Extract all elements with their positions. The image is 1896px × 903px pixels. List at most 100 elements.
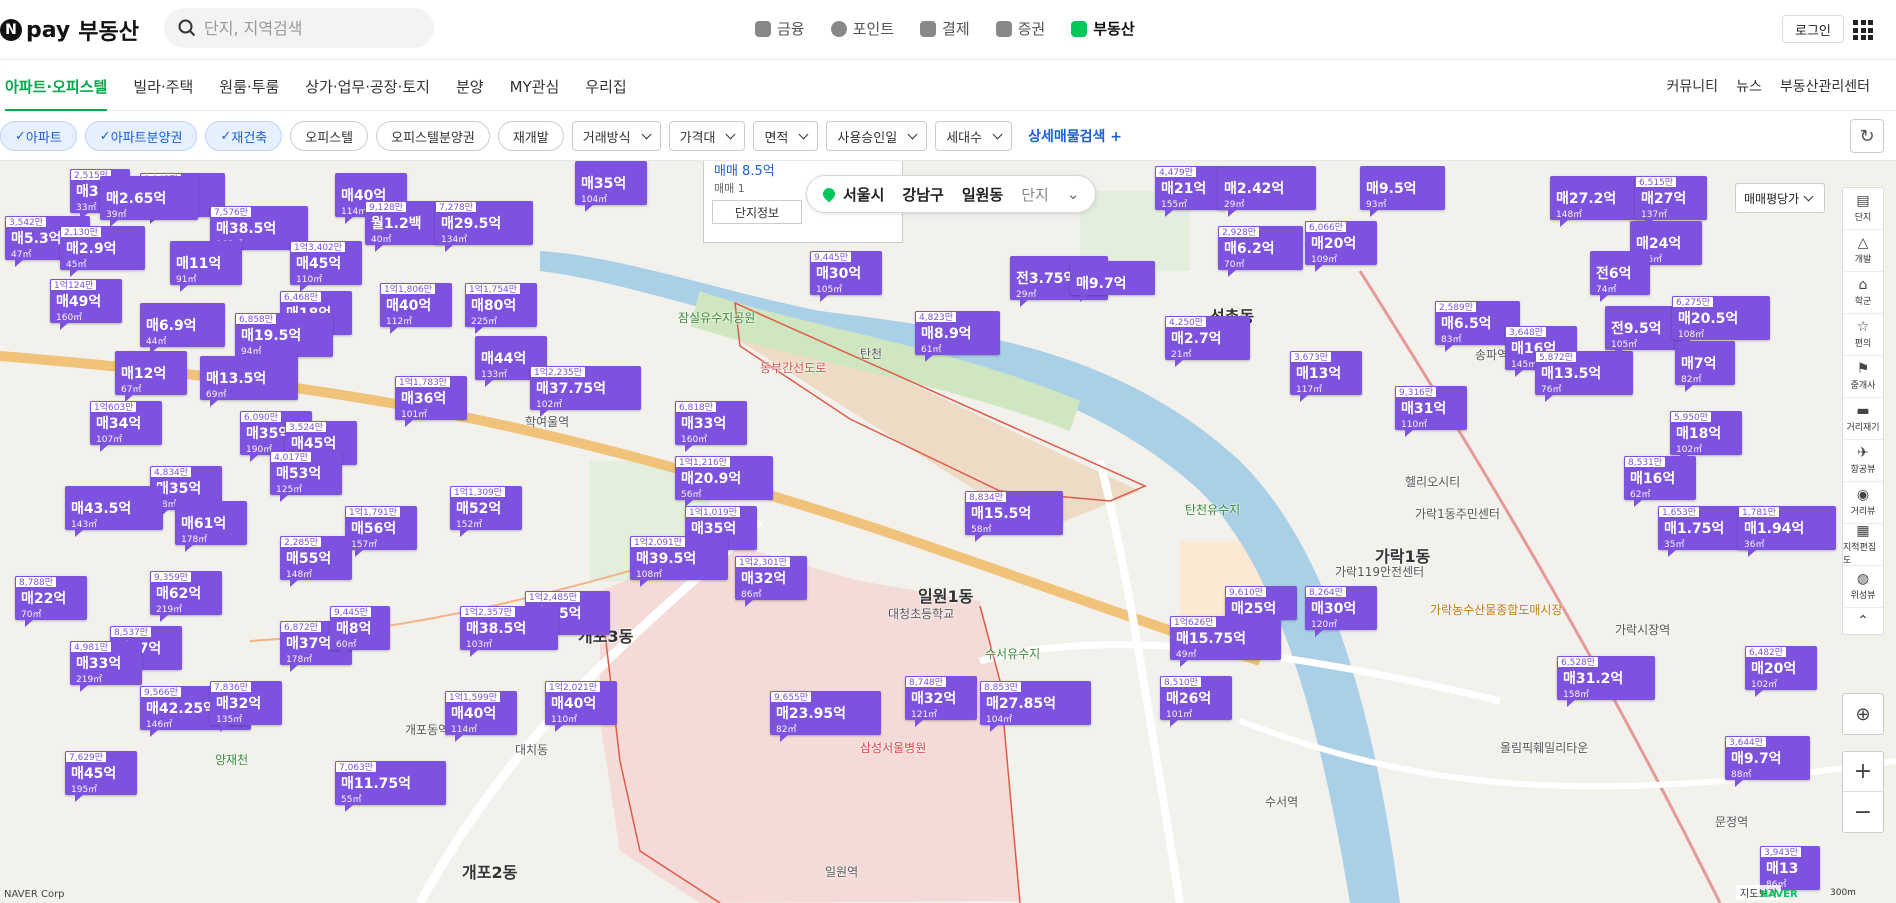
listing-marker[interactable]: 1억1,309만 매52억 152㎡ <box>450 486 522 537</box>
listing-marker[interactable]: 6,275만 매20.5억 108㎡ <box>1672 296 1770 347</box>
dropdown-price[interactable]: 가격대 <box>668 121 746 151</box>
listing-marker[interactable]: 3,644만 매9.7억 88㎡ <box>1725 736 1810 787</box>
listing-marker[interactable]: 1억1,599만 매40억 114㎡ <box>445 691 517 742</box>
tool-agent[interactable]: ⚑ 중개사 <box>1843 356 1883 398</box>
login-button[interactable]: 로그인 <box>1782 15 1844 43</box>
tool-satellite[interactable]: ◍ 위성뷰 <box>1843 566 1883 608</box>
listing-marker[interactable]: 2,285만 매55억 148㎡ <box>280 536 352 587</box>
listing-marker[interactable]: 2,928만 매6.2억 70㎡ <box>1218 226 1303 277</box>
tool-measure[interactable]: ▬ 거리재기 <box>1843 398 1883 440</box>
crumb-dong[interactable]: 일원동 <box>962 184 1003 205</box>
listing-marker[interactable]: 7,063만 매11.75억 55㎡ <box>335 761 446 812</box>
tool-convenience[interactable]: ☆ 편의 <box>1843 314 1883 356</box>
listing-marker[interactable]: 5,872만 매13.5억 76㎡ <box>1535 351 1633 402</box>
dropdown-households[interactable]: 세대수 <box>935 121 1013 151</box>
listing-marker[interactable]: 6,528만 매31.2억 158㎡ <box>1557 656 1655 707</box>
search-box[interactable] <box>164 8 434 48</box>
listing-marker[interactable]: 매7억 82㎡ <box>1675 341 1735 392</box>
listing-marker[interactable]: 매43.5억 143㎡ <box>65 486 163 537</box>
listing-marker[interactable]: 9,655만 매23.95억 82㎡ <box>770 691 881 742</box>
listing-marker[interactable]: 1억1,754만 매80억 225㎡ <box>465 283 537 334</box>
listing-marker[interactable]: 매11억 91㎡ <box>170 241 242 292</box>
gnb-realestate[interactable]: 부동산 <box>1071 18 1135 39</box>
listing-marker[interactable]: 8,748만 매32억 121㎡ <box>905 676 977 727</box>
tool-school[interactable]: ⌂ 학군 <box>1843 272 1883 314</box>
listing-marker[interactable]: 6,858만 매19.5억 94㎡ <box>235 313 333 364</box>
advanced-search-link[interactable]: 상세매물검색 + <box>1028 126 1122 146</box>
popup-tab-complex-info[interactable]: 단지정보 <box>712 200 802 224</box>
link-community[interactable]: 커뮤니티 <box>1667 76 1719 96</box>
listing-marker[interactable]: 8,853만 매27.85억 104㎡ <box>980 681 1091 732</box>
link-agent-center[interactable]: 부동산관리센터 <box>1780 76 1870 96</box>
tool-cadastral[interactable]: ▦ 지적편집도 <box>1843 524 1883 566</box>
listing-marker[interactable]: 1억2,235만 매37.75억 102㎡ <box>530 366 641 417</box>
listing-marker[interactable]: 매12억 67㎡ <box>115 351 187 402</box>
tab-oneroom-tworoom[interactable]: 원룸·투룸 <box>219 76 279 112</box>
dropdown-deal-type[interactable]: 거래방식 <box>571 121 661 151</box>
chip-redevelopment[interactable]: 재개발 <box>497 121 564 151</box>
listing-marker[interactable]: 9,316만 매31억 110㎡ <box>1395 386 1467 437</box>
crumb-district[interactable]: 강남구 <box>902 184 943 205</box>
listing-marker[interactable]: 5,950만 매18억 102㎡ <box>1670 411 1742 462</box>
chip-apartment-presale[interactable]: ✓ 아파트분양권 <box>84 121 198 151</box>
collapse-rail[interactable]: ⌃ <box>1843 608 1883 634</box>
listing-marker[interactable]: 1억1,806만 매40억 112㎡ <box>380 283 452 334</box>
tool-aerial[interactable]: ✈ 항공뷰 <box>1843 440 1883 482</box>
gnb-payment[interactable]: 결제 <box>920 18 970 39</box>
listing-marker[interactable]: 8,834만 매15.5억 58㎡ <box>965 491 1063 542</box>
listing-marker[interactable]: 9,610만 매25억 <box>1225 586 1297 627</box>
listing-marker[interactable]: 4,981만 매33억 219㎡ <box>70 641 142 692</box>
gnb-finance[interactable]: 금융 <box>755 18 805 39</box>
gnb-stock[interactable]: 증권 <box>995 18 1045 39</box>
listing-marker[interactable]: 9,445만 매8억 60㎡ <box>330 606 390 657</box>
listing-marker[interactable]: 1억2,021만 매40억 110㎡ <box>545 681 617 732</box>
listing-marker[interactable]: 7,836만 매32억 135㎡ <box>210 681 282 732</box>
listing-marker[interactable]: 1억3,402만 매45억 110㎡ <box>290 241 362 292</box>
listing-marker[interactable]: 3,673만 매13억 117㎡ <box>1290 351 1362 402</box>
crumb-city[interactable]: 서울시 <box>843 184 884 205</box>
listing-marker[interactable]: 1억1,791만 매56억 157㎡ <box>345 506 417 557</box>
listing-marker[interactable]: 3,943만매1386㎡ <box>1760 846 1820 897</box>
listing-marker[interactable]: 매61억 178㎡ <box>175 501 247 552</box>
listing-marker[interactable]: 6,818만 매33억 160㎡ <box>675 401 747 452</box>
listing-marker[interactable]: 8,788만 매22억 70㎡ <box>15 576 87 627</box>
listing-marker[interactable]: 매27.2억 148㎡ <box>1550 176 1648 227</box>
listing-marker[interactable]: 1억124만 매49억 160㎡ <box>50 279 122 330</box>
listing-marker[interactable]: 1억1,783만 매36억 101㎡ <box>395 376 467 427</box>
chip-apartment[interactable]: ✓ 아파트 <box>0 121 77 151</box>
listing-marker[interactable]: 8,264만 매30억 120㎡ <box>1305 586 1377 637</box>
chip-officetel-presale[interactable]: 오피스텔분양권 <box>376 121 490 151</box>
listing-marker[interactable]: 1억626만 매15.75억 49㎡ <box>1170 616 1281 667</box>
tool-development[interactable]: △ 개발 <box>1843 230 1883 272</box>
listing-marker[interactable]: 7,629만 매45억 195㎡ <box>65 751 137 802</box>
listing-marker[interactable]: 9,359만 매62억 219㎡ <box>150 571 222 622</box>
listing-marker[interactable]: 매2.65억 39㎡ <box>100 176 198 227</box>
zoom-out-button[interactable]: − <box>1843 792 1883 832</box>
refresh-icon[interactable]: ↻ <box>1850 119 1884 153</box>
apps-grid-icon[interactable] <box>1853 20 1873 40</box>
listing-marker[interactable]: 매35억 104㎡ <box>575 161 647 212</box>
tool-street[interactable]: ◉ 거리뷰 <box>1843 482 1883 524</box>
tab-apartment-officetel[interactable]: 아파트·오피스텔 <box>5 76 108 112</box>
listing-marker[interactable]: 4,823만 매8.9억 61㎡ <box>915 311 1000 362</box>
listing-marker[interactable]: 4,250만 매2.7억 21㎡ <box>1165 316 1250 367</box>
listing-marker[interactable]: 1억2,091만 매39.5억 108㎡ <box>630 536 728 587</box>
listing-marker[interactable]: 4,017만 매53억 125㎡ <box>270 451 342 502</box>
price-unit-select[interactable]: 매매평당가 <box>1735 183 1825 213</box>
dropdown-area[interactable]: 면적 <box>753 121 819 151</box>
listing-marker[interactable]: 2,130만 매2.9억 45㎡ <box>60 226 145 277</box>
tab-my-interest[interactable]: MY관심 <box>510 76 560 112</box>
listing-marker[interactable]: 4,479만 매21억 155㎡ <box>1155 166 1227 217</box>
listing-marker[interactable]: 1,781만 매1.94억 36㎡ <box>1738 506 1836 557</box>
my-location-icon[interactable]: ⊕ <box>1842 693 1884 735</box>
listing-marker[interactable]: 매6.9억 44㎡ <box>140 303 225 354</box>
tool-complex[interactable]: ▤ 단지 <box>1843 188 1883 230</box>
listing-marker[interactable]: 매9.5억 93㎡ <box>1360 166 1445 217</box>
dropdown-approval-date[interactable]: 사용승인일 <box>826 121 928 151</box>
listing-marker[interactable]: 8,510만 매26억 101㎡ <box>1160 676 1232 727</box>
listing-marker[interactable]: 1억2,301만 매32억 86㎡ <box>735 556 807 607</box>
location-breadcrumb[interactable]: 서울시 강남구 일원동 단지 ⌄ <box>806 175 1097 213</box>
listing-marker[interactable]: 6,515만 매27억 137㎡ <box>1635 176 1707 227</box>
listing-marker[interactable]: 6,482만 매20억 102㎡ <box>1745 646 1817 697</box>
listing-marker[interactable]: 6,066만 매20억 109㎡ <box>1305 221 1377 272</box>
